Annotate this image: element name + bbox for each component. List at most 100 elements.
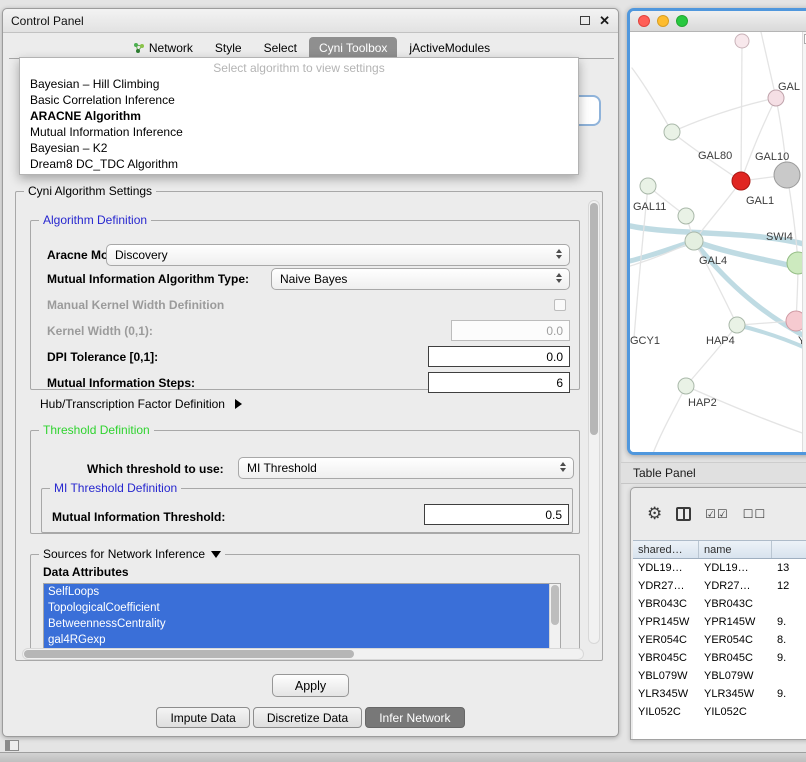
network-canvas[interactable]: GALGAL80GAL10GAL11GAL1SWI4GAL4GCY1HAP4HA… <box>630 32 806 452</box>
apply-button[interactable]: Apply <box>272 674 349 697</box>
table-row[interactable]: YBL079WYBL079W <box>633 667 806 685</box>
network-icon <box>133 42 145 54</box>
node-label: GAL <box>778 81 800 93</box>
minimize-traffic-light-icon[interactable] <box>657 15 669 27</box>
algorithm-menu-item[interactable]: Dream8 DC_TDC Algorithm <box>20 156 578 172</box>
network-node[interactable] <box>678 378 694 394</box>
gear-icon[interactable]: ⚙ <box>647 504 662 524</box>
bottom-tab-infer-network[interactable]: Infer Network <box>365 707 464 728</box>
network-edge[interactable] <box>761 32 776 98</box>
cyni-settings-title: Cyni Algorithm Settings <box>24 184 156 198</box>
tab-label: Style <box>215 41 242 55</box>
select-all-checkboxes-icon[interactable]: ☑☑ <box>705 507 729 521</box>
table-cell: YPR145W <box>633 616 699 628</box>
table-cell: YDR27… <box>633 580 699 592</box>
table-cell: YBR043C <box>699 598 772 610</box>
window-title: Control Panel <box>11 14 84 28</box>
table-row[interactable]: YDR27…YDR27…12 <box>633 577 806 595</box>
node-label: GAL1 <box>746 195 774 207</box>
algorithm-menu-item[interactable]: Bayesian – K2 <box>20 140 578 156</box>
algorithm-menu-item[interactable]: ARACNE Algorithm <box>20 108 578 124</box>
table-toolbar: ⚙ ☑☑ ☐☐ <box>631 488 806 540</box>
network-edge[interactable] <box>632 68 672 132</box>
zoom-traffic-light-icon[interactable] <box>676 15 688 27</box>
aracne-mode-value: Discovery <box>115 248 168 262</box>
network-edge[interactable] <box>652 386 686 455</box>
network-view-window: GALGAL80GAL10GAL11GAL1SWI4GAL4GCY1HAP4HA… <box>627 8 806 455</box>
which-threshold-select[interactable]: MI Threshold <box>238 457 574 479</box>
column-header[interactable]: name <box>699 541 772 558</box>
sources-title-text: Sources for Network Inference <box>43 547 205 561</box>
attributes-scrollbar-thumb[interactable] <box>551 585 559 625</box>
mi-steps-label: Mutual Information Steps: <box>47 376 195 390</box>
bottom-tab-discretize-data[interactable]: Discretize Data <box>253 707 362 728</box>
network-node[interactable] <box>640 178 656 194</box>
table-cell: YER054C <box>699 634 772 646</box>
attribute-item[interactable]: gal4RGexp <box>44 632 549 648</box>
columns-icon[interactable] <box>676 507 691 521</box>
table-cell: YDR27… <box>699 580 772 592</box>
network-node[interactable] <box>678 208 694 224</box>
table-row[interactable]: YDL19…YDL19…13 <box>633 559 806 577</box>
clear-all-checkboxes-icon[interactable]: ☐☐ <box>743 507 767 521</box>
table-row[interactable]: YER054CYER054C8. <box>633 631 806 649</box>
table-cell: 9. <box>772 616 806 628</box>
network-edge[interactable] <box>672 98 776 132</box>
close-traffic-light-icon[interactable] <box>638 15 650 27</box>
column-header[interactable] <box>772 541 806 558</box>
mi-algorithm-type-select[interactable]: Naive Bayes <box>271 268 570 290</box>
show-panel-icon[interactable] <box>5 740 19 751</box>
node-label: GAL4 <box>699 255 727 267</box>
dpi-tolerance-input[interactable] <box>428 346 570 367</box>
network-edge[interactable] <box>741 41 742 181</box>
mi-threshold-input[interactable] <box>424 504 569 525</box>
tab-style[interactable]: Style <box>205 37 252 58</box>
data-attributes-items: SelfLoopsTopologicalCoefficientBetweenne… <box>44 584 560 648</box>
table-row[interactable]: YBR043CYBR043C <box>633 595 806 613</box>
settings-hscroll-thumb[interactable] <box>24 650 354 658</box>
table-row[interactable]: YLR345WYLR345W9. <box>633 685 806 703</box>
network-node[interactable] <box>664 124 680 140</box>
algorithm-menu-item[interactable]: Basic Correlation Inference <box>20 92 578 108</box>
close-window-icon[interactable]: ✕ <box>599 14 610 27</box>
attribute-item[interactable]: TopologicalCoefficient <box>44 600 549 616</box>
float-window-icon[interactable] <box>580 16 590 25</box>
node-table: shared…name YDL19…YDL19…13YDR27…YDR27…12… <box>633 540 806 739</box>
which-threshold-value: MI Threshold <box>247 461 317 475</box>
table-row[interactable]: YPR145WYPR145W9. <box>633 613 806 631</box>
network-edge[interactable] <box>630 241 694 261</box>
cyni-algorithm-settings-group: Cyni Algorithm Settings Algorithm Defini… <box>15 191 603 661</box>
tab-network[interactable]: Network <box>123 37 203 58</box>
mi-steps-input[interactable] <box>428 372 570 393</box>
network-node[interactable] <box>732 172 750 190</box>
bottom-tab-impute-data[interactable]: Impute Data <box>156 707 249 728</box>
column-header[interactable]: shared… <box>633 541 699 558</box>
algorithm-menu-item[interactable]: Bayesian – Hill Climbing <box>20 76 578 92</box>
algorithm-menu-item[interactable]: Mutual Information Inference <box>20 124 578 140</box>
network-node[interactable] <box>685 232 703 250</box>
mi-threshold-label: Mutual Information Threshold: <box>52 510 225 524</box>
network-edge[interactable] <box>686 386 806 435</box>
table-cell: YLR345W <box>699 688 772 700</box>
tab-select[interactable]: Select <box>254 37 307 58</box>
manual-kernel-width-checkbox[interactable] <box>554 299 566 311</box>
settings-vscroll-thumb[interactable] <box>590 203 598 435</box>
network-node[interactable] <box>774 162 800 188</box>
table-row[interactable]: YIL052CYIL052C <box>633 703 806 721</box>
tab-label: Network <box>149 41 193 55</box>
network-edge[interactable] <box>741 98 776 181</box>
attribute-item[interactable]: SelfLoops <box>44 584 549 600</box>
network-node[interactable] <box>729 317 745 333</box>
tab-cyni-toolbox[interactable]: Cyni Toolbox <box>309 37 397 58</box>
attribute-item[interactable]: BetweennessCentrality <box>44 616 549 632</box>
network-node[interactable] <box>735 34 749 48</box>
table-cell: YBR045C <box>699 652 772 664</box>
sources-title[interactable]: Sources for Network Inference <box>39 547 225 561</box>
table-cell: YLR345W <box>633 688 699 700</box>
tab-jactivemodules[interactable]: jActiveModules <box>399 37 500 58</box>
aracne-mode-select[interactable]: Discovery <box>106 244 570 266</box>
table-row[interactable]: YBR045CYBR045C9. <box>633 649 806 667</box>
hub-definition-toggle[interactable]: Hub/Transcription Factor Definition <box>40 397 242 411</box>
table-cell: YER054C <box>633 634 699 646</box>
kernel-width-input[interactable] <box>451 320 570 341</box>
